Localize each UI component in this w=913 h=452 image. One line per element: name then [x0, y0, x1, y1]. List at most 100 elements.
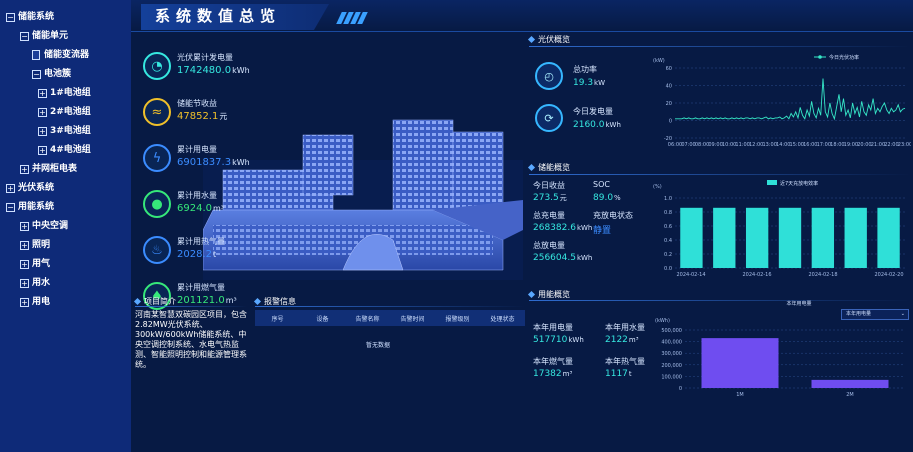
metric-label: 累计用燃气量: [177, 283, 225, 292]
sidebar-item[interactable]: 储能变流器: [0, 46, 131, 65]
diamond-icon: [133, 297, 142, 306]
expand-icon[interactable]: +: [20, 279, 29, 288]
sidebar-item[interactable]: − 用能系统: [0, 198, 131, 217]
sidebar-item-label: 光伏系统: [18, 183, 55, 193]
metric-label: 累计用热气量: [177, 237, 225, 246]
metric-value-number: 201121.0: [177, 295, 225, 306]
bar: [701, 338, 779, 388]
legend-swatch: [767, 180, 777, 185]
storage-income-num: 273.5: [533, 193, 559, 203]
sidebar-item-label: 并网柜电表: [32, 164, 78, 174]
collapse-icon[interactable]: −: [6, 13, 15, 22]
expand-icon[interactable]: +: [20, 222, 29, 231]
project-panel-title-text: 项目简介: [144, 297, 176, 306]
metric-value-number: 47852.1: [177, 111, 219, 122]
y-tick-label: 0.2: [664, 252, 672, 258]
metric-value: 2028.2t: [177, 249, 216, 260]
expand-icon[interactable]: +: [38, 89, 47, 98]
sidebar-item-label: 4#电池组: [50, 145, 91, 155]
sidebar-item[interactable]: + 照明: [0, 236, 131, 255]
storage-state-value: 静置: [593, 226, 612, 236]
expand-icon[interactable]: +: [20, 260, 29, 269]
collapse-icon[interactable]: −: [6, 203, 15, 212]
x-tick-label: 2M: [846, 392, 854, 398]
diamond-icon: [527, 163, 536, 172]
pv-today-label: 今日发电量: [573, 107, 613, 116]
alarm-empty-text: 暂无数据: [366, 342, 391, 349]
y-tick-label: 200,000: [661, 363, 682, 369]
diamond-icon: [527, 35, 536, 44]
y-axis-label: (kW): [653, 58, 665, 64]
document-icon[interactable]: [32, 50, 40, 60]
y-tick-label: 60: [666, 66, 672, 72]
x-tick-label: 13:00: [762, 142, 776, 148]
sidebar-item[interactable]: + 并网柜电表: [0, 160, 131, 179]
sidebar-item[interactable]: + 用气: [0, 255, 131, 274]
legend-marker: [818, 55, 822, 59]
expand-icon[interactable]: +: [20, 241, 29, 250]
metric-label: 累计用水量: [177, 191, 217, 200]
collapse-icon[interactable]: −: [32, 70, 41, 79]
storage-panel-bar: [529, 174, 911, 175]
energy-elec-label: 本年用电量: [533, 323, 573, 332]
x-tick-label: 2024-02-18: [808, 272, 837, 278]
app-root: − 储能系统 − 储能单元 储能变流器 − 电池簇 +1#电池组 +2#电池组 +3#电池组 +4#…: [0, 0, 913, 452]
sidebar-item[interactable]: + 用电: [0, 293, 131, 312]
sidebar-item[interactable]: − 储能单元: [0, 27, 131, 46]
sidebar-item[interactable]: + 中央空调: [0, 217, 131, 236]
metric-value: 47852.1元: [177, 111, 227, 122]
x-tick-label: 1M: [736, 392, 744, 398]
metric-label: 光伏累计发电量: [177, 53, 233, 62]
y-tick-label: 0.6: [664, 224, 672, 230]
storage-charge-unit: kWh: [576, 224, 593, 232]
alarm-column-header: 告警时间: [400, 315, 425, 323]
storage-panel-title-text: 储能概览: [538, 163, 570, 172]
bar: [844, 207, 867, 268]
expand-icon[interactable]: +: [38, 108, 47, 117]
sidebar-item[interactable]: +1#电池组: [0, 84, 131, 103]
collapse-icon[interactable]: −: [20, 32, 29, 41]
sidebar-item[interactable]: +3#电池组: [0, 122, 131, 141]
pv-today-unit: kWh: [605, 121, 621, 129]
expand-icon[interactable]: +: [38, 127, 47, 136]
energy-heat-unit: t: [628, 370, 632, 378]
storage-soc-unit: %: [614, 194, 621, 202]
storage-discharge-value: 256604.5kWh: [533, 253, 592, 263]
pv-power-icon: ◴: [535, 62, 563, 90]
metric-unit: 元: [219, 112, 228, 121]
y-axis-label: (%): [653, 184, 662, 190]
sidebar-item[interactable]: + 光伏系统: [0, 179, 131, 198]
energy-water-label: 本年用水量: [605, 323, 645, 332]
bar: [713, 207, 736, 268]
sidebar-item[interactable]: − 储能系统: [0, 8, 131, 27]
bar: [877, 207, 900, 268]
metric-value: 6924.0m³: [177, 203, 224, 214]
pv-today-icon: ⟳: [535, 104, 563, 132]
expand-icon[interactable]: +: [38, 146, 47, 155]
storage-charge-value: 268382.6kWh: [533, 223, 592, 233]
expand-icon[interactable]: +: [6, 184, 15, 193]
sidebar-item[interactable]: − 电池簇: [0, 65, 131, 84]
expand-icon[interactable]: +: [20, 298, 29, 307]
sidebar-item[interactable]: +2#电池组: [0, 103, 131, 122]
main-dashboard: 系统数值总览 ◔ 光伏累计发电量 1742480.0kWh ≈ 储能节收益 47…: [131, 0, 913, 452]
y-tick-label: 40: [666, 84, 672, 90]
x-tick-label: 07:00: [681, 142, 695, 148]
y-tick-label: 20: [666, 101, 672, 107]
sidebar-item-label: 2#电池组: [50, 107, 91, 117]
storage-discharge-unit: kWh: [576, 254, 593, 262]
sidebar-item[interactable]: + 用水: [0, 274, 131, 293]
storage-discharge-label: 总放电量: [533, 241, 565, 250]
bar: [680, 207, 703, 268]
metric-unit: kWh: [232, 158, 250, 167]
sidebar-item[interactable]: +4#电池组: [0, 141, 131, 160]
storage-soc-label: SOC: [593, 180, 610, 189]
alarm-column-header: 设备: [316, 315, 329, 323]
metric-card: ♨ 累计用热气量 2028.2t: [143, 236, 303, 276]
y-tick-label: 300,000: [661, 351, 682, 357]
expand-icon[interactable]: +: [20, 165, 29, 174]
lightning-icon: ϟ: [143, 144, 171, 172]
x-tick-label: 18:00: [830, 142, 844, 148]
pv-panel-bar: [529, 46, 911, 47]
metric-unit: t: [213, 250, 217, 259]
